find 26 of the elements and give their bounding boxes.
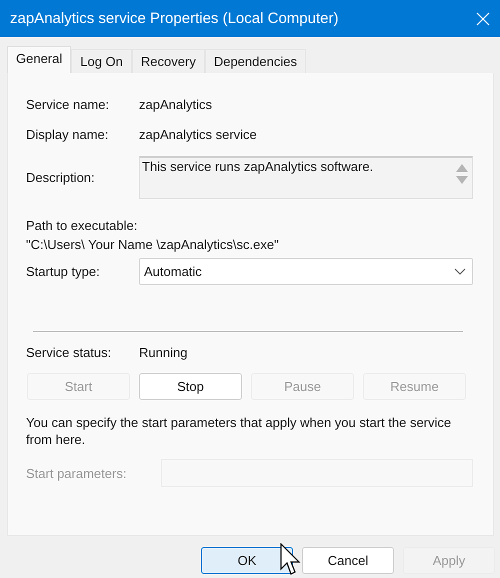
- field-label: Display name:: [26, 126, 110, 142]
- hint-text: You can specify the start parameters that apply when you start the service from here.: [26, 414, 452, 448]
- close-icon[interactable]: [476, 12, 490, 26]
- tab[interactable]: Dependencies: [204, 49, 306, 73]
- service-button[interactable]: Stop: [139, 373, 242, 400]
- field-label: Service name:: [26, 96, 110, 112]
- cursor-icon: [280, 543, 302, 577]
- scroll-down-icon[interactable]: [456, 176, 468, 184]
- field-label: Startup type:: [26, 264, 101, 279]
- tab[interactable]: Recovery: [132, 49, 205, 73]
- field-label: Description:: [26, 170, 96, 184]
- chevron-down-icon: [454, 268, 466, 275]
- path-label: Path to executable:: [26, 217, 138, 235]
- startup-type-dropdown[interactable]: Automatic: [139, 258, 473, 285]
- dialog-button[interactable]: Cancel: [302, 547, 394, 574]
- field-label: Service status:: [26, 344, 112, 360]
- field-value: zapAnalytics: [139, 96, 212, 112]
- field-value: zapAnalytics service: [139, 126, 257, 142]
- description-box: This service runs zapAnalytics software.: [139, 156, 473, 198]
- tab[interactable]: General: [7, 46, 72, 73]
- path-value: "C:\Users\ Your Name \zapAnalytics\sc.exe": [26, 236, 280, 254]
- field-label: Start parameters:: [26, 466, 128, 480]
- tab[interactable]: Log On: [71, 49, 132, 73]
- scroll-up-icon[interactable]: [456, 164, 468, 172]
- status-value: Running: [139, 344, 188, 360]
- window-title: zapAnalytics service Properties (Local Computer): [10, 10, 338, 27]
